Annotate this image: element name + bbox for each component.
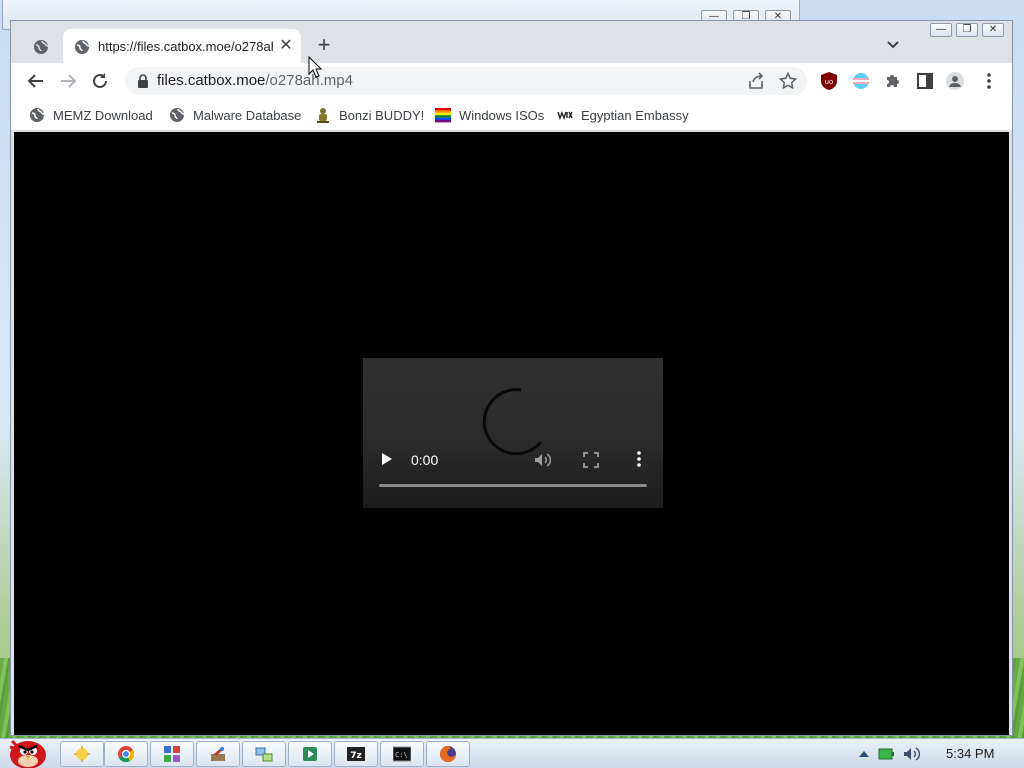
toolbar: files.catbox.moe/o278ah.mp4 uo	[11, 63, 1012, 99]
start-button-angry-bird-icon[interactable]	[2, 731, 50, 768]
taskbar-media[interactable]	[288, 741, 332, 767]
menu-kebab-icon[interactable]	[979, 71, 999, 91]
play-icon[interactable]	[379, 450, 395, 468]
taskbar-network[interactable]	[242, 741, 286, 767]
more-options-icon[interactable]	[635, 450, 643, 468]
folder-icon	[74, 746, 90, 762]
taskbar-firefox[interactable]	[426, 741, 470, 767]
tray-expand-icon[interactable]	[858, 749, 870, 759]
back-arrow-icon[interactable]	[25, 70, 47, 92]
lock-icon[interactable]	[137, 74, 149, 88]
taskbar-control-panel[interactable]	[150, 741, 194, 767]
bookmark-memz-download[interactable]: MEMZ Download	[29, 106, 153, 124]
browser-window: — ❐ ✕ https://files.catbox.moe/o278ah.mp…	[10, 20, 1013, 736]
fullscreen-icon[interactable]	[583, 452, 599, 468]
taskbar-7zip[interactable]: 7z	[334, 741, 378, 767]
control-panel-icon	[164, 746, 180, 762]
battery-icon[interactable]	[878, 747, 894, 761]
trans-flag-extension-icon[interactable]	[851, 71, 871, 91]
svg-text:C:\: C:\	[395, 751, 408, 759]
system-tray	[858, 745, 920, 763]
svg-text:uo: uo	[825, 78, 834, 86]
chrome-icon	[118, 746, 135, 763]
bookmark-label: Windows ISOs	[459, 107, 545, 123]
extensions-puzzle-icon[interactable]	[883, 71, 903, 91]
forward-arrow-icon[interactable]	[57, 70, 79, 92]
address-url: files.catbox.moe/o278ah.mp4	[157, 72, 353, 89]
bookmark-windows-isos[interactable]: Windows ISOs	[435, 106, 544, 124]
bookmark-star-icon[interactable]	[779, 72, 797, 90]
paint-icon	[211, 747, 225, 761]
bookmarks-bar: MEMZ Download Malware Database Bonzi BUD…	[11, 99, 1012, 131]
tab-title: https://files.catbox.moe/o278ah.mp4	[98, 39, 273, 54]
ublock-icon[interactable]: uo	[819, 71, 839, 91]
tab-close-icon[interactable]: ✕	[277, 37, 295, 55]
taskbar-paint[interactable]	[196, 741, 240, 767]
profile-avatar-icon[interactable]	[945, 71, 965, 91]
bookmark-malware-database[interactable]: Malware Database	[169, 106, 301, 124]
7zip-icon: 7z	[347, 747, 365, 761]
firefox-icon	[440, 746, 456, 762]
globe-icon	[170, 108, 185, 122]
bookmark-egyptian-embassy[interactable]: Egyptian Embassy	[557, 106, 689, 124]
volume-tray-icon[interactable]	[902, 746, 920, 762]
bookmark-bonzi-buddy[interactable]: Bonzi BUDDY!	[315, 106, 424, 124]
mouse-cursor-icon	[308, 56, 322, 78]
wix-icon	[557, 111, 573, 121]
rainbow-flag-icon	[435, 108, 451, 123]
bookmark-label: Malware Database	[193, 107, 302, 123]
side-panel-icon[interactable]	[915, 71, 935, 91]
video-time: 0:00	[411, 452, 439, 468]
reload-icon[interactable]	[89, 70, 111, 92]
globe-icon	[30, 108, 45, 122]
bonzi-icon	[317, 108, 329, 123]
volume-icon[interactable]	[533, 451, 551, 469]
loading-spinner-icon	[482, 388, 543, 456]
address-bar[interactable]: files.catbox.moe/o278ah.mp4	[125, 67, 807, 95]
tab-strip: https://files.catbox.moe/o278ah.mp4 ✕ +	[11, 21, 1012, 63]
video-player[interactable]: 0:00	[363, 358, 663, 508]
page-content: 0:00	[14, 132, 1009, 735]
share-icon[interactable]	[747, 72, 765, 90]
network-icon	[255, 747, 273, 762]
bookmark-label: Bonzi BUDDY!	[339, 107, 425, 123]
bookmark-label: MEMZ Download	[53, 107, 153, 123]
cmd-icon: C:\	[393, 746, 411, 762]
taskbar: 7z C:\ 5:34 PM	[0, 738, 1024, 768]
globe-icon[interactable]	[33, 39, 49, 55]
video-progress-bar[interactable]	[379, 484, 647, 487]
svg-text:7z: 7z	[350, 751, 362, 761]
chevron-down-icon[interactable]	[885, 37, 901, 53]
tab-active[interactable]: https://files.catbox.moe/o278ah.mp4 ✕	[63, 29, 301, 63]
taskbar-clock[interactable]: 5:34 PM	[946, 746, 994, 761]
new-tab-button[interactable]: +	[313, 34, 335, 57]
taskbar-cmd[interactable]: C:\	[380, 741, 424, 767]
bookmark-label: Egyptian Embassy	[581, 107, 689, 123]
taskbar-chrome[interactable]	[104, 741, 148, 767]
media-icon	[303, 747, 317, 761]
globe-icon	[75, 40, 90, 54]
url-host: files.catbox.moe	[157, 72, 266, 89]
taskbar-explorer[interactable]	[60, 741, 104, 767]
